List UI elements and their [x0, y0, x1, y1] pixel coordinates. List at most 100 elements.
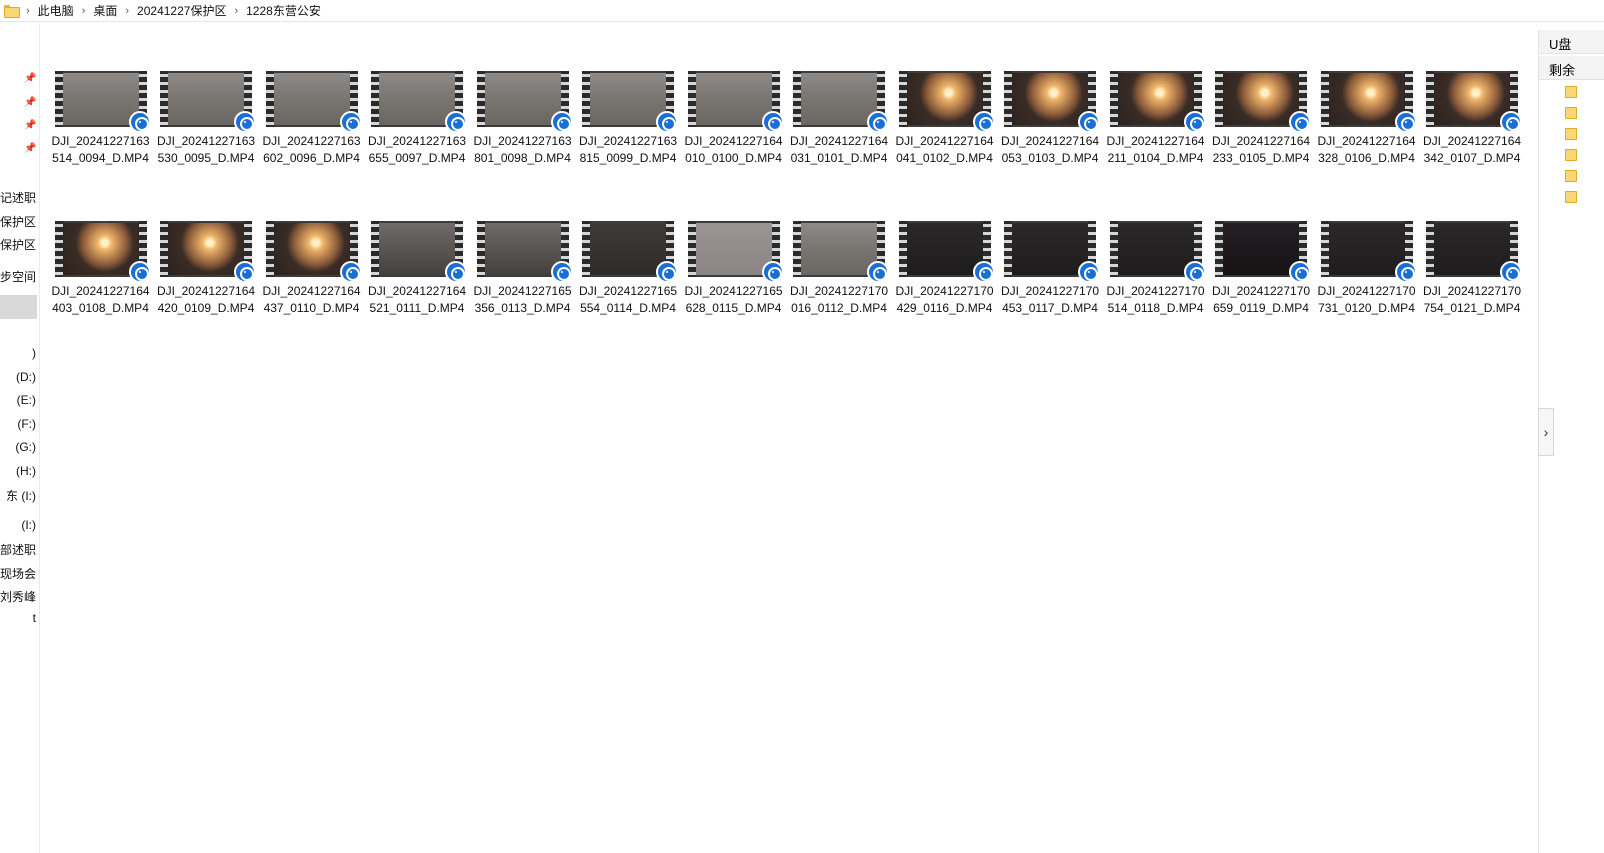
file-item[interactable]: DJI_20241227165628_0115_D.MP4: [681, 210, 786, 350]
address-bar[interactable]: › 此电脑 › 桌面 › 20241227保护区 › 1228东营公安: [0, 0, 1604, 22]
nav-item-sync-space[interactable]: 步空间: [0, 268, 36, 285]
nav-item-folder-2[interactable]: 现场会: [0, 565, 36, 582]
film-strip-icon: [1004, 221, 1012, 277]
video-frame-preview: [801, 223, 877, 275]
file-item[interactable]: DJI_20241227165554_0114_D.MP4: [576, 210, 681, 350]
pin-icon[interactable]: 📌: [24, 73, 36, 84]
file-item[interactable]: DJI_20241227170453_0117_D.MP4: [998, 210, 1103, 350]
file-grid: DJI_20241227163514_0094_D.MP4 DJI_2024122…: [48, 60, 1532, 350]
nav-item-quick-access-1[interactable]: 书记述职: [0, 189, 36, 206]
file-item[interactable]: DJI_20241227163514_0094_D.MP4: [48, 60, 153, 200]
file-item[interactable]: DJI_20241227164403_0108_D.MP4: [48, 210, 153, 350]
chevron-right-icon[interactable]: ›: [82, 5, 86, 17]
video-reel-icon: [867, 261, 889, 283]
nav-item-drive-g[interactable]: (G:): [15, 440, 36, 454]
video-frame-preview: [695, 73, 772, 125]
folder-icon[interactable]: [1565, 107, 1577, 119]
file-item[interactable]: DJI_20241227163801_0098_D.MP4: [470, 60, 575, 200]
breadcrumb-this-pc[interactable]: 此电脑: [38, 2, 74, 19]
file-item[interactable]: DJI_20241227164031_0101_D.MP4: [787, 60, 892, 200]
video-frame-preview: [590, 73, 666, 125]
navigation-pane[interactable]: 📌 📌 📌 📌 书记述职 保护区 保护区 步空间 ) (D:) (E:) (F:…: [0, 23, 40, 853]
video-reel-icon: [128, 261, 151, 283]
file-view[interactable]: DJI_20241227163514_0094_D.MP4 DJI_2024122…: [48, 60, 1532, 350]
file-item[interactable]: DJI_20241227164053_0103_D.MP4: [998, 60, 1103, 200]
breadcrumb-current-folder[interactable]: 1228东营公安: [246, 2, 321, 19]
file-item[interactable]: DJI_20241227170514_0118_D.MP4: [1103, 210, 1208, 350]
file-name: DJI_20241227170659_0119_D.MP4: [1211, 284, 1311, 315]
file-item[interactable]: DJI_20241227170429_0116_D.MP4: [892, 210, 997, 350]
nav-item-usb-i[interactable]: (I:): [21, 518, 36, 532]
chevron-right-icon[interactable]: ›: [125, 5, 129, 17]
file-item[interactable]: DJI_20241227170016_0112_D.MP4: [787, 210, 892, 350]
video-reel-icon: [1078, 111, 1100, 133]
file-item[interactable]: DJI_20241227163530_0095_D.MP4: [154, 60, 259, 200]
video-frame-preview: [1117, 223, 1194, 275]
film-strip-icon: [582, 221, 590, 277]
chevron-right-icon: ›: [1543, 424, 1549, 440]
video-thumbnail: [898, 71, 995, 133]
file-item[interactable]: DJI_20241227170731_0120_D.MP4: [1314, 210, 1419, 350]
file-name: DJI_20241227165554_0114_D.MP4: [578, 284, 678, 315]
pin-icon[interactable]: 📌: [24, 120, 36, 131]
video-thumbnail: [898, 221, 995, 283]
nav-item-drive-d[interactable]: (D:): [16, 370, 36, 384]
file-item[interactable]: DJI_20241227164521_0111_D.MP4: [365, 210, 470, 350]
nav-item-network[interactable]: t: [33, 611, 36, 625]
file-name: DJI_20241227165628_0115_D.MP4: [684, 284, 783, 315]
folder-icon[interactable]: [1565, 191, 1577, 203]
nav-item-folder-3[interactable]: 刘秀峰: [0, 588, 36, 605]
expand-panel-button[interactable]: ›: [1538, 408, 1554, 456]
video-reel-icon: [445, 261, 467, 283]
video-reel-icon: [867, 111, 889, 133]
nav-item-folder-1[interactable]: 部述职: [0, 541, 36, 558]
video-frame-preview: [273, 223, 350, 275]
pin-icon[interactable]: 📌: [24, 97, 36, 108]
file-item[interactable]: DJI_20241227164437_0110_D.MP4: [259, 210, 364, 350]
file-item[interactable]: DJI_20241227170754_0121_D.MP4: [1420, 210, 1525, 350]
chevron-right-icon[interactable]: ›: [26, 5, 30, 17]
file-item[interactable]: DJI_20241227163655_0097_D.MP4: [365, 60, 470, 200]
film-strip-icon: [793, 221, 801, 277]
video-thumbnail: [1215, 71, 1311, 133]
video-reel-icon: [761, 111, 784, 133]
folder-icon[interactable]: [1565, 128, 1577, 140]
video-thumbnail: [1109, 221, 1206, 283]
file-item[interactable]: DJI_20241227163602_0096_D.MP4: [259, 60, 364, 200]
nav-item-drive-c[interactable]: ): [32, 346, 36, 360]
nav-item-quick-access-2[interactable]: 保护区: [0, 213, 36, 230]
film-strip-icon: [1426, 221, 1434, 277]
nav-item-drive-i[interactable]: 东 (I:): [6, 487, 36, 504]
breadcrumb-reserve-folder[interactable]: 20241227保护区: [137, 2, 226, 19]
video-reel-icon: [972, 111, 995, 133]
folder-icon[interactable]: [1565, 149, 1577, 161]
pin-icon[interactable]: 📌: [24, 143, 36, 154]
folder-icon[interactable]: [1565, 86, 1577, 98]
file-item[interactable]: DJI_20241227164041_0102_D.MP4: [892, 60, 997, 200]
file-item[interactable]: DJI_20241227164328_0106_D.MP4: [1314, 60, 1419, 200]
file-item[interactable]: DJI_20241227164211_0104_D.MP4: [1103, 60, 1208, 200]
file-item[interactable]: DJI_20241227163815_0099_D.MP4: [576, 60, 681, 200]
breadcrumb-desktop[interactable]: 桌面: [93, 2, 117, 19]
nav-item-selected[interactable]: [0, 295, 37, 319]
video-thumbnail: [1320, 71, 1417, 133]
video-frame-preview: [62, 73, 139, 125]
file-item[interactable]: DJI_20241227164342_0107_D.MP4: [1420, 60, 1525, 200]
video-thumbnail: [1215, 221, 1311, 283]
folder-icon[interactable]: [1565, 170, 1577, 182]
nav-item-drive-h[interactable]: (H:): [16, 464, 36, 478]
video-thumbnail: [476, 71, 573, 133]
file-item[interactable]: DJI_20241227164010_0100_D.MP4: [681, 60, 786, 200]
video-frame-preview: [168, 223, 244, 275]
nav-item-drive-f[interactable]: (F:): [17, 417, 36, 431]
file-item[interactable]: DJI_20241227170659_0119_D.MP4: [1209, 210, 1314, 350]
file-name: DJI_20241227164328_0106_D.MP4: [1317, 134, 1416, 165]
nav-item-drive-e[interactable]: (E:): [17, 393, 36, 407]
file-item[interactable]: DJI_20241227164420_0109_D.MP4: [154, 210, 259, 350]
chevron-right-icon[interactable]: ›: [234, 5, 238, 17]
file-item[interactable]: DJI_20241227165356_0113_D.MP4: [470, 210, 575, 350]
nav-item-quick-access-3[interactable]: 保护区: [0, 236, 36, 253]
file-name: DJI_20241227164233_0105_D.MP4: [1211, 134, 1311, 165]
film-strip-icon: [160, 221, 168, 277]
file-item[interactable]: DJI_20241227164233_0105_D.MP4: [1209, 60, 1314, 200]
